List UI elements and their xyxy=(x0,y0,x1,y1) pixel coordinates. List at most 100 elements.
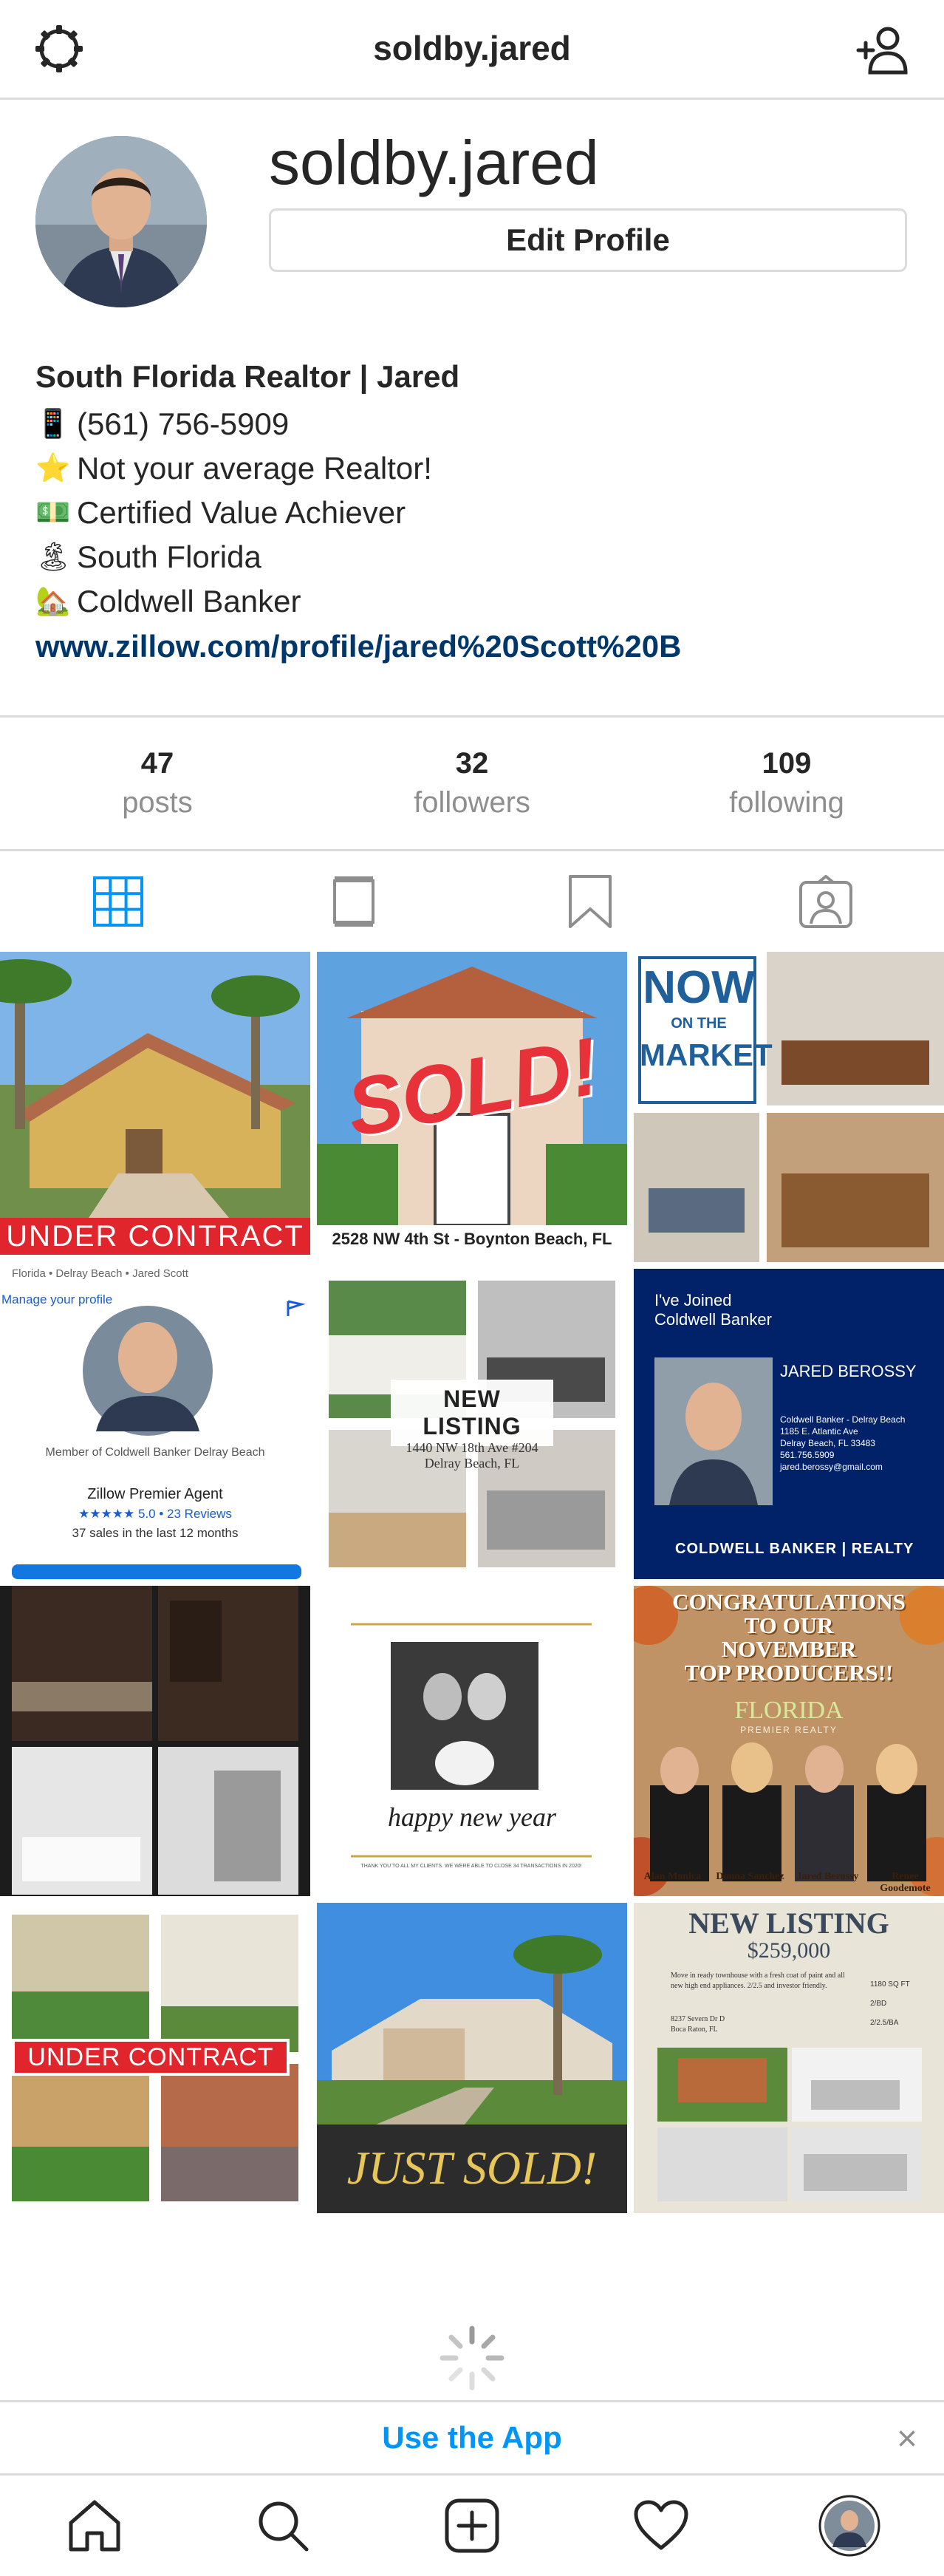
tab-tagged[interactable] xyxy=(708,851,944,952)
post-tile[interactable]: UNDER CONTRACT xyxy=(0,1903,310,2213)
listing-title: NEW LISTING xyxy=(688,1907,889,1940)
listing-address-line2: Boca Raton, FL xyxy=(671,2025,718,2034)
listing-specs: 1180 SQ FT 2/BD 2/2.5/BA xyxy=(870,1975,910,2033)
stat-value: 47 xyxy=(140,747,174,780)
nav-activity[interactable] xyxy=(567,2476,756,2576)
post-tile[interactable]: NEW LISTING 1440 NW 18th Ave #204 Delray… xyxy=(317,1269,627,1579)
header-username: soldby.jared xyxy=(373,29,571,67)
joined-line1: I've Joined xyxy=(654,1291,732,1309)
post-tile[interactable]: Florida • Delray Beach • Jared Scott Man… xyxy=(0,1269,310,1579)
stat-followers[interactable]: 32 followers xyxy=(315,718,629,849)
add-person-icon[interactable] xyxy=(854,21,913,80)
info-city: Delray Beach, FL 33483 xyxy=(780,1438,875,1448)
producer-name: Alan Monica xyxy=(643,1871,702,1882)
new-listing-card: NEW LISTING 1440 NW 18th Ave #204 Delray… xyxy=(391,1386,553,1471)
agent-name: JARED BEROSSY xyxy=(780,1362,917,1380)
listing-address-line1: 1440 NW 18th Ave #204 xyxy=(406,1440,538,1455)
bio-link[interactable]: www.zillow.com/profile/jared%20Scott%20B xyxy=(35,624,907,669)
post-tile[interactable]: SOLD! 2528 NW 4th St - Boynton Beach, FL xyxy=(317,952,627,1262)
congrats-line1: CONGRATULATIONS xyxy=(672,1589,906,1615)
listing-sqft: 1180 SQ FT xyxy=(870,1980,910,1989)
tab-saved[interactable] xyxy=(472,851,708,952)
profile-avatar[interactable] xyxy=(35,136,207,307)
post-tile[interactable]: NOW ON THE MARKET xyxy=(634,952,944,1262)
nav-search[interactable] xyxy=(189,2476,378,2576)
coldwell-banker-brand: COLDWELL BANKER | REALTY xyxy=(675,1541,914,1557)
post-tile[interactable]: CONGRATULATIONS TO OUR NOVEMBER TOP PROD… xyxy=(634,1586,944,1896)
profile-username: soldby.jared xyxy=(269,128,599,197)
profile-tabs xyxy=(0,851,944,952)
tab-grid[interactable] xyxy=(0,851,236,952)
post-tile[interactable]: I've Joined Coldwell Banker JARED BEROSS… xyxy=(634,1269,944,1579)
bio-line-text: Not your average Realtor! xyxy=(77,451,432,485)
post-tile[interactable]: JUST SOLD! xyxy=(317,1903,627,2213)
star-emoji-icon: ⭐ xyxy=(35,453,71,484)
nav-new-post[interactable] xyxy=(377,2476,567,2576)
nav-home[interactable] xyxy=(0,2476,189,2576)
under-contract-banner: UNDER CONTRACT xyxy=(6,1220,304,1253)
listing-address-line2: Delray Beach, FL xyxy=(424,1456,520,1471)
bottom-nav xyxy=(0,2476,944,2576)
saved-icon xyxy=(568,875,612,928)
listing-address-line1: 8237 Severn Dr D xyxy=(671,2015,725,2023)
bio-line-phone: 📱 (561) 756-5909 xyxy=(35,402,907,446)
bio: South Florida Realtor | Jared 📱 (561) 756… xyxy=(35,359,907,669)
bio-line-certification: 💵 Certified Value Achiever xyxy=(35,491,907,535)
listing-address: 2528 NW 4th St - Boynton Beach, FL xyxy=(332,1230,612,1248)
tagged-icon xyxy=(799,875,853,928)
activity-icon xyxy=(634,2500,688,2550)
producer-name: Donna Sanchez xyxy=(716,1871,784,1882)
now-text: NOW xyxy=(643,962,755,1013)
use-app-link[interactable]: Use the App xyxy=(0,2420,944,2456)
grid-icon xyxy=(92,876,143,927)
congrats-line2: TO OUR xyxy=(744,1612,834,1638)
zillow-breadcrumb: Florida • Delray Beach • Jared Scott xyxy=(12,1269,188,1280)
nav-profile[interactable] xyxy=(755,2476,944,2576)
now-on-market-card: NOW ON THE MARKET xyxy=(640,962,773,1077)
bio-line-text: Certified Value Achiever xyxy=(77,495,406,530)
search-icon xyxy=(259,2501,309,2552)
avatar-photo xyxy=(35,136,207,307)
house-emoji-icon: 🏡 xyxy=(35,586,71,617)
manage-profile-link: Manage your profile xyxy=(1,1292,113,1306)
close-icon[interactable]: × xyxy=(897,2419,917,2459)
congrats-text: CONGRATULATIONS TO OUR NOVEMBER TOP PROD… xyxy=(634,1590,944,1685)
thank-you-text: THANK YOU TO ALL MY CLIENTS. WE WERE ABL… xyxy=(360,1864,582,1869)
joined-line2: Coldwell Banker xyxy=(654,1310,772,1329)
agent-info: Coldwell Banker - Delray Beach 1185 E. A… xyxy=(780,1414,905,1473)
member-text: Member of Coldwell Banker Delray Beach xyxy=(45,1446,265,1459)
listing-beds: 2/BD xyxy=(870,2000,887,2008)
brokerage-sub: PREMIER REALTY xyxy=(740,1725,838,1735)
producer-name: Jared Berossy xyxy=(796,1871,859,1882)
brokerage-name: FLORIDA xyxy=(734,1697,844,1724)
use-app-banner: Use the App × xyxy=(0,2400,944,2476)
feed-icon xyxy=(333,876,375,927)
listing-price: $259,000 xyxy=(747,1938,831,1963)
bio-name: South Florida Realtor | Jared xyxy=(35,359,460,394)
stat-label: posts xyxy=(122,786,193,819)
stats-bar: 47 posts 32 followers 109 following xyxy=(0,715,944,851)
post-tile[interactable] xyxy=(0,1586,310,1896)
post-tile[interactable]: UNDER CONTRACT xyxy=(0,952,310,1262)
market-text: MARKET xyxy=(640,1037,773,1072)
congrats-line4: TOP PRODUCERS!! xyxy=(684,1660,894,1686)
producer-names: Alan Monica Donna Sanchez Jared Berossy … xyxy=(634,1871,944,1895)
new-post-icon xyxy=(445,2498,499,2553)
happy-new-year-text: happy new year xyxy=(388,1802,556,1832)
under-contract-banner: UNDER CONTRACT xyxy=(27,2043,274,2071)
bio-line-text: Coldwell Banker xyxy=(77,584,301,619)
edit-profile-button[interactable]: Edit Profile xyxy=(269,208,907,272)
home-icon xyxy=(69,2500,120,2552)
post-image xyxy=(317,1586,627,1896)
stat-following[interactable]: 109 following xyxy=(629,718,944,849)
phone-emoji-icon: 📱 xyxy=(35,409,71,440)
post-tile[interactable]: NEW LISTING $259,000 Move in ready townh… xyxy=(634,1903,944,2213)
bio-line-text: South Florida xyxy=(77,539,261,574)
post-image xyxy=(0,952,310,1262)
post-tile[interactable]: happy new year THANK YOU TO ALL MY CLIEN… xyxy=(317,1586,627,1896)
bio-line-location: 🏝 South Florida xyxy=(35,535,907,579)
tab-feed[interactable] xyxy=(236,851,473,952)
bio-line-brokerage: 🏡 Coldwell Banker xyxy=(35,579,907,624)
top-nav: soldby.jared xyxy=(0,0,944,100)
info-street: 1185 E. Atlantic Ave xyxy=(780,1426,858,1437)
